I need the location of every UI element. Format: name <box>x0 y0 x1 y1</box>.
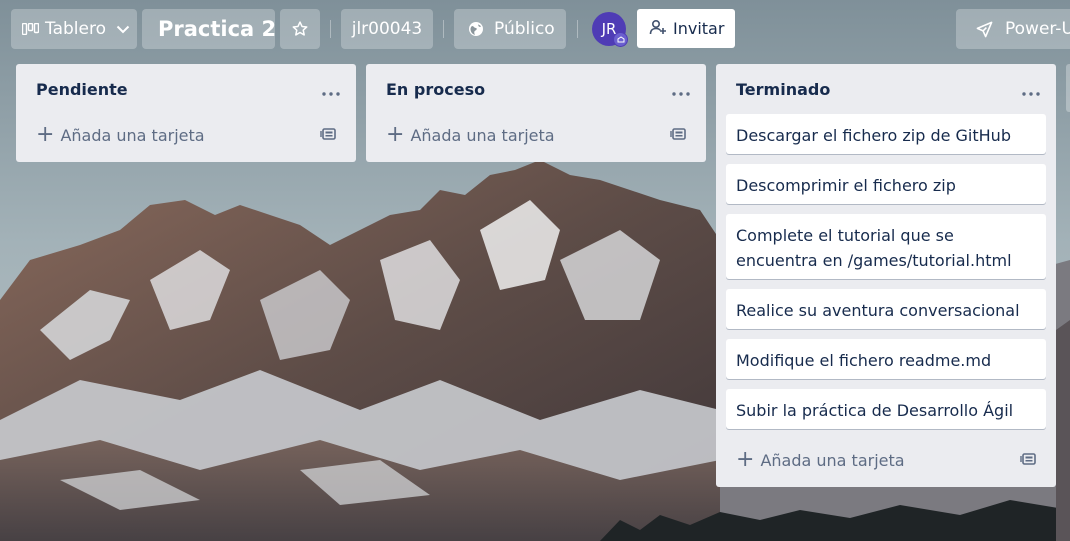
invite-label: Invitar <box>673 19 725 38</box>
list-en-proceso: En proceso + Añada una tarjeta <box>366 64 706 162</box>
visibility-label: Público <box>494 19 555 39</box>
add-card-label: Añada una tarjeta <box>60 125 205 145</box>
list-menu-button[interactable] <box>1022 81 1040 99</box>
card-title: Subir la práctica de Desarrollo Ágil <box>736 401 1014 420</box>
power-ups-button[interactable]: Power-U <box>956 9 1070 49</box>
card[interactable]: Subir la práctica de Desarrollo Ágil <box>726 389 1046 429</box>
add-card-label: Añada una tarjeta <box>410 125 555 145</box>
add-card-button[interactable]: + Añada una tarjeta <box>386 123 555 147</box>
card-title: Descomprimir el fichero zip <box>736 176 956 195</box>
invite-button[interactable]: Invitar <box>637 9 735 48</box>
card[interactable]: Descomprimir el fichero zip <box>726 164 1046 204</box>
admin-badge-icon <box>613 32 628 47</box>
card-title: Complete el tutorial que se encuentra en… <box>736 226 1012 270</box>
list-title[interactable]: Terminado <box>736 80 830 99</box>
list-menu-button[interactable] <box>672 81 690 99</box>
card-template-icon[interactable] <box>1020 450 1038 468</box>
board-switcher-label: Tablero <box>45 19 106 39</box>
board-name-button[interactable]: Practica 2 <box>142 9 275 49</box>
add-list-panel[interactable] <box>1066 64 1070 112</box>
list-menu-button[interactable] <box>322 81 340 99</box>
avatar[interactable]: JR <box>592 12 628 47</box>
header-divider <box>577 20 578 38</box>
card-title: Modifique el fichero readme.md <box>736 351 992 370</box>
list-title[interactable]: Pendiente <box>36 80 128 99</box>
add-person-icon <box>649 18 667 40</box>
card[interactable]: Descargar el fichero zip de GitHub <box>726 114 1046 154</box>
more-dots-icon <box>322 81 340 100</box>
board-switcher-button[interactable]: Tablero <box>11 9 137 49</box>
more-dots-icon <box>1022 81 1040 100</box>
power-ups-label: Power-U <box>1005 19 1070 39</box>
card[interactable]: Modifique el fichero readme.md <box>726 339 1046 379</box>
list-terminado: Terminado Descargar el fichero zip de Gi… <box>716 64 1056 487</box>
add-card-label: Añada una tarjeta <box>760 450 905 470</box>
visibility-button[interactable]: Público <box>454 9 566 49</box>
card-title: Realice su aventura conversacional <box>736 301 1020 320</box>
star-icon <box>291 20 309 38</box>
card[interactable]: Realice su aventura conversacional <box>726 289 1046 329</box>
workspace-name: jlr00043 <box>351 19 423 39</box>
card-title: Descargar el fichero zip de GitHub <box>736 126 1011 145</box>
rocket-icon <box>976 21 993 38</box>
chevron-down-icon <box>116 25 130 34</box>
plus-icon: + <box>36 122 55 147</box>
header-divider <box>443 20 444 38</box>
list-pendiente: Pendiente + Añada una tarjeta <box>16 64 356 162</box>
star-button[interactable] <box>280 9 320 49</box>
board-header: Tablero Practica 2 jlr00043 Público JR I… <box>0 0 1070 58</box>
card[interactable]: Complete el tutorial que se encuentra en… <box>726 214 1046 279</box>
list-title[interactable]: En proceso <box>386 80 485 99</box>
card-template-icon[interactable] <box>670 125 688 143</box>
add-card-button[interactable]: + Añada una tarjeta <box>736 448 905 472</box>
plus-icon: + <box>386 122 405 147</box>
workspace-button[interactable]: jlr00043 <box>341 9 433 49</box>
header-divider <box>330 20 331 38</box>
board-name: Practica 2 <box>158 17 275 41</box>
add-card-button[interactable]: + Añada una tarjeta <box>36 123 205 147</box>
board-icon <box>21 23 39 35</box>
globe-icon <box>468 21 484 37</box>
card-template-icon[interactable] <box>320 125 338 143</box>
more-dots-icon <box>672 81 690 100</box>
plus-icon: + <box>736 447 755 472</box>
